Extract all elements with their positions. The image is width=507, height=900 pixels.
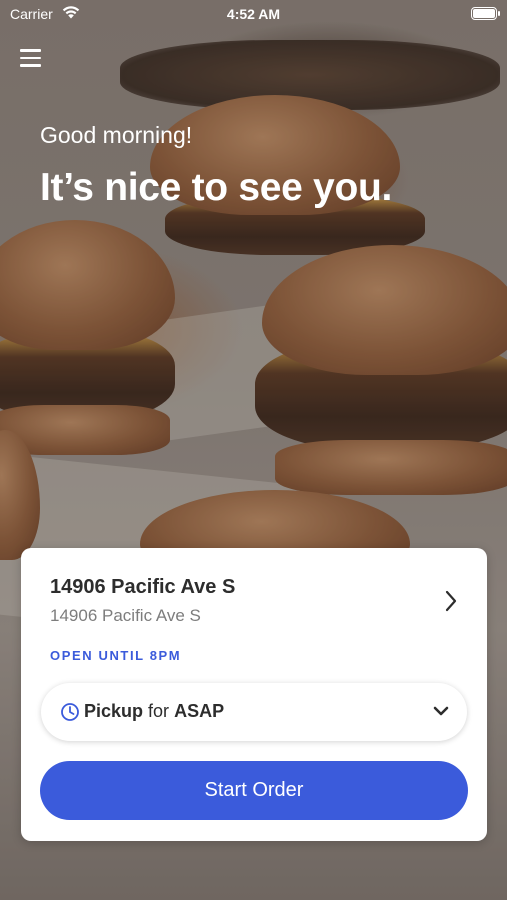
status-bar: Carrier 4:52 AM <box>0 0 507 28</box>
location-address: 14906 Pacific Ave S <box>50 606 201 625</box>
battery-icon <box>471 7 500 20</box>
location-selector[interactable]: 14906 Pacific Ave S 14906 Pacific Ave S <box>21 548 487 648</box>
for-label: for <box>148 701 170 721</box>
chevron-right-icon <box>445 590 457 612</box>
status-time: 4:52 AM <box>226 6 281 22</box>
start-order-button[interactable]: Start Order <box>40 761 468 820</box>
store-hours: OPEN UNTIL 8PM <box>50 648 182 663</box>
order-mode-label: Pickup <box>84 701 144 721</box>
clock-icon <box>61 703 79 721</box>
chevron-down-icon <box>433 706 449 716</box>
greeting-text: Good morning! <box>40 122 193 148</box>
welcome-headline: It’s nice to see you. <box>40 166 393 209</box>
hamburger-menu-icon[interactable] <box>20 49 41 67</box>
order-mode-text: Pickup for ASAP <box>84 701 224 722</box>
home-screen: Carrier 4:52 AM Good morning! It’s nice … <box>0 0 507 900</box>
location-card: 14906 Pacific Ave S 14906 Pacific Ave S … <box>21 548 487 841</box>
location-name: 14906 Pacific Ave S <box>50 576 236 598</box>
order-mode-dropdown[interactable]: Pickup for ASAP <box>41 683 467 741</box>
order-time-label: ASAP <box>174 701 225 721</box>
